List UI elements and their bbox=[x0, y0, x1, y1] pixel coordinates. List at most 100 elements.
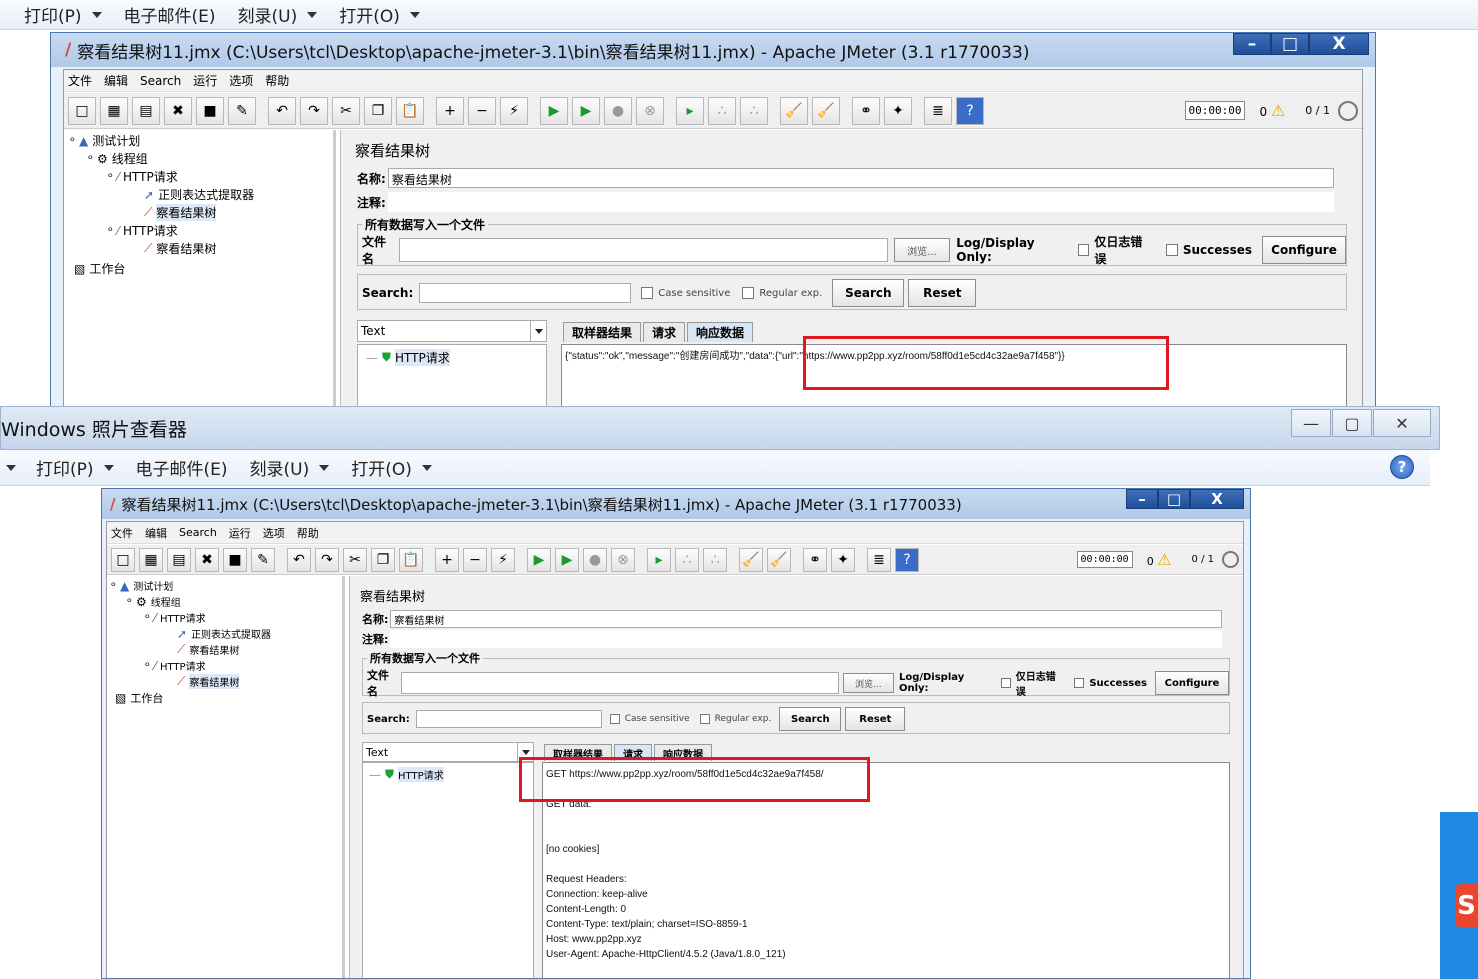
menu-run[interactable]: 运行 bbox=[193, 72, 217, 89]
search-icon[interactable]: ⚭ bbox=[852, 96, 880, 125]
tree-node-view-results-tree[interactable]: ⟋ 察看结果树 bbox=[144, 204, 217, 221]
close-file-icon[interactable]: ✖ bbox=[195, 547, 219, 572]
toggle-icon[interactable]: ⚡ bbox=[491, 547, 515, 572]
sogou-ime-icon[interactable]: S bbox=[1455, 884, 1478, 928]
menu-burn[interactable]: 刻录(U) bbox=[250, 455, 330, 480]
minimize-button[interactable]: — bbox=[1291, 409, 1331, 437]
remote-start-icon[interactable]: ▸ bbox=[647, 547, 671, 572]
undo-icon[interactable]: ↶ bbox=[268, 96, 296, 125]
menu-print[interactable]: 打印(P) bbox=[24, 2, 102, 27]
tree-node-workbench[interactable]: ▧ 工作台 bbox=[74, 260, 125, 277]
undo-icon[interactable]: ↶ bbox=[287, 547, 311, 572]
reset-search-icon[interactable]: ✦ bbox=[831, 547, 855, 572]
case-sensitive-checkbox[interactable]: Case sensitive bbox=[609, 714, 690, 724]
errors-only-checkbox[interactable]: 仅日志错误 bbox=[1000, 668, 1064, 698]
close-button[interactable]: ✕ bbox=[1373, 409, 1431, 437]
browse-button[interactable]: 浏览... bbox=[893, 238, 951, 262]
save-as-icon[interactable]: ✎ bbox=[251, 547, 275, 572]
tree-node-http-request[interactable]: ᵒ ⁄ HTTP请求 bbox=[145, 610, 206, 626]
name-input[interactable]: 察看结果树 bbox=[387, 168, 1334, 188]
redo-icon[interactable]: ↷ bbox=[300, 96, 328, 125]
menu-run[interactable]: 运行 bbox=[229, 525, 251, 541]
menu-open[interactable]: 打开(O) bbox=[339, 2, 420, 27]
configure-button[interactable]: Configure bbox=[1262, 236, 1346, 264]
regex-checkbox[interactable]: Regular exp. bbox=[699, 714, 771, 724]
search-button[interactable]: Search bbox=[779, 707, 842, 731]
minimize-button[interactable]: – bbox=[1233, 33, 1271, 55]
search-button[interactable]: Search bbox=[832, 279, 905, 307]
result-item[interactable]: — ⛊ HTTP请求 bbox=[366, 349, 450, 366]
menu-help[interactable]: 帮助 bbox=[265, 72, 289, 89]
tab-response-data[interactable]: 响应数据 bbox=[687, 322, 754, 342]
menu-search[interactable]: Search bbox=[140, 74, 181, 88]
open-icon[interactable]: ▤ bbox=[132, 96, 160, 125]
maximize-button[interactable]: ▢ bbox=[1332, 409, 1372, 437]
toggle-icon[interactable]: ⚡ bbox=[500, 96, 528, 125]
collapse-icon[interactable]: − bbox=[468, 96, 496, 125]
maximize-button[interactable]: □ bbox=[1158, 489, 1190, 509]
menu-file[interactable]: 文件 bbox=[68, 72, 92, 89]
tree-node-http-request-2[interactable]: ᵒ ⁄ HTTP请求 bbox=[145, 658, 206, 674]
menu-email[interactable]: 电子邮件(E) bbox=[136, 455, 228, 480]
search-input[interactable] bbox=[415, 710, 602, 728]
browse-button[interactable]: 浏览... bbox=[842, 673, 894, 693]
filename-input[interactable] bbox=[401, 672, 839, 694]
successes-checkbox[interactable]: Successes bbox=[1074, 678, 1147, 689]
save-icon[interactable]: ■ bbox=[223, 547, 247, 572]
menu-help[interactable]: 帮助 bbox=[297, 525, 319, 541]
successes-checkbox[interactable]: Successes bbox=[1165, 243, 1252, 257]
case-sensitive-checkbox[interactable]: Case sensitive bbox=[641, 287, 730, 299]
copy-icon[interactable]: ❐ bbox=[364, 96, 392, 125]
clear-all-icon[interactable]: 🧹 bbox=[812, 96, 840, 125]
collapse-icon[interactable]: − bbox=[463, 547, 487, 572]
result-item[interactable]: — ⛊ HTTP请求 bbox=[369, 767, 444, 782]
reset-button[interactable]: Reset bbox=[845, 707, 906, 731]
tree-node-view-results-tree[interactable]: ⟋ 察看结果树 bbox=[177, 642, 239, 657]
tree-node-http-request[interactable]: ᵒ ⁄ HTTP请求 bbox=[108, 168, 178, 185]
start-icon[interactable]: ▶ bbox=[527, 547, 551, 572]
stop-icon[interactable]: ● bbox=[604, 96, 632, 125]
tree-node-regex-extractor[interactable]: ➚ 正则表达式提取器 bbox=[177, 626, 271, 642]
tree-node-http-request-2[interactable]: ᵒ ⁄ HTTP请求 bbox=[108, 222, 178, 239]
expand-icon[interactable]: + bbox=[435, 547, 459, 572]
search-icon[interactable]: ⚭ bbox=[803, 547, 827, 572]
renderer-select[interactable]: Text bbox=[357, 320, 547, 342]
new-icon[interactable]: □ bbox=[68, 96, 96, 125]
cut-icon[interactable]: ✂ bbox=[343, 547, 367, 572]
clear-all-icon[interactable]: 🧹 bbox=[767, 547, 791, 572]
start-no-pause-icon[interactable]: ▶ bbox=[555, 547, 579, 572]
comment-input[interactable] bbox=[387, 192, 1334, 212]
minimize-button[interactable]: – bbox=[1126, 489, 1158, 509]
reset-search-icon[interactable]: ✦ bbox=[884, 96, 912, 125]
menu-edit[interactable]: 编辑 bbox=[145, 525, 167, 541]
shutdown-icon[interactable]: ⊗ bbox=[636, 96, 664, 125]
filename-input[interactable] bbox=[398, 238, 888, 262]
save-as-icon[interactable]: ✎ bbox=[228, 96, 256, 125]
clear-icon[interactable]: 🧹 bbox=[780, 96, 808, 125]
templates-icon[interactable]: ▦ bbox=[139, 547, 163, 572]
paste-icon[interactable]: 📋 bbox=[396, 96, 424, 125]
menu-print[interactable]: 打印(P) bbox=[36, 455, 114, 480]
remote-shutdown-icon[interactable]: ∴ bbox=[703, 547, 727, 572]
errors-only-checkbox[interactable]: 仅日志错误 bbox=[1077, 233, 1152, 267]
tree-node-thread-group[interactable]: ᵒ ⚙ 线程组 bbox=[88, 150, 148, 167]
renderer-select[interactable]: Text bbox=[362, 742, 534, 762]
close-button[interactable]: X bbox=[1190, 489, 1244, 509]
menu-burn[interactable]: 刻录(U) bbox=[238, 2, 318, 27]
remote-stop-icon[interactable]: ∴ bbox=[675, 547, 699, 572]
shutdown-icon[interactable]: ⊗ bbox=[611, 547, 635, 572]
remote-stop-icon[interactable]: ∴ bbox=[708, 96, 736, 125]
comment-input[interactable] bbox=[390, 630, 1223, 648]
templates-icon[interactable]: ▦ bbox=[100, 96, 128, 125]
tree-node-test-plan[interactable]: ᵒ ▲ 测试计划 bbox=[111, 578, 173, 594]
cut-icon[interactable]: ✂ bbox=[332, 96, 360, 125]
help-icon[interactable]: ? bbox=[956, 96, 984, 125]
function-helper-icon[interactable]: ≣ bbox=[867, 547, 891, 572]
tree-node-workbench[interactable]: ▧ 工作台 bbox=[115, 690, 163, 706]
remote-start-icon[interactable]: ▸ bbox=[676, 96, 704, 125]
copy-icon[interactable]: ❐ bbox=[371, 547, 395, 572]
tree-node-test-plan[interactable]: ᵒ ▲ 测试计划 bbox=[70, 132, 140, 149]
expand-icon[interactable]: + bbox=[436, 96, 464, 125]
function-helper-icon[interactable]: ≣ bbox=[924, 96, 952, 125]
help-icon[interactable]: ? bbox=[895, 547, 919, 572]
